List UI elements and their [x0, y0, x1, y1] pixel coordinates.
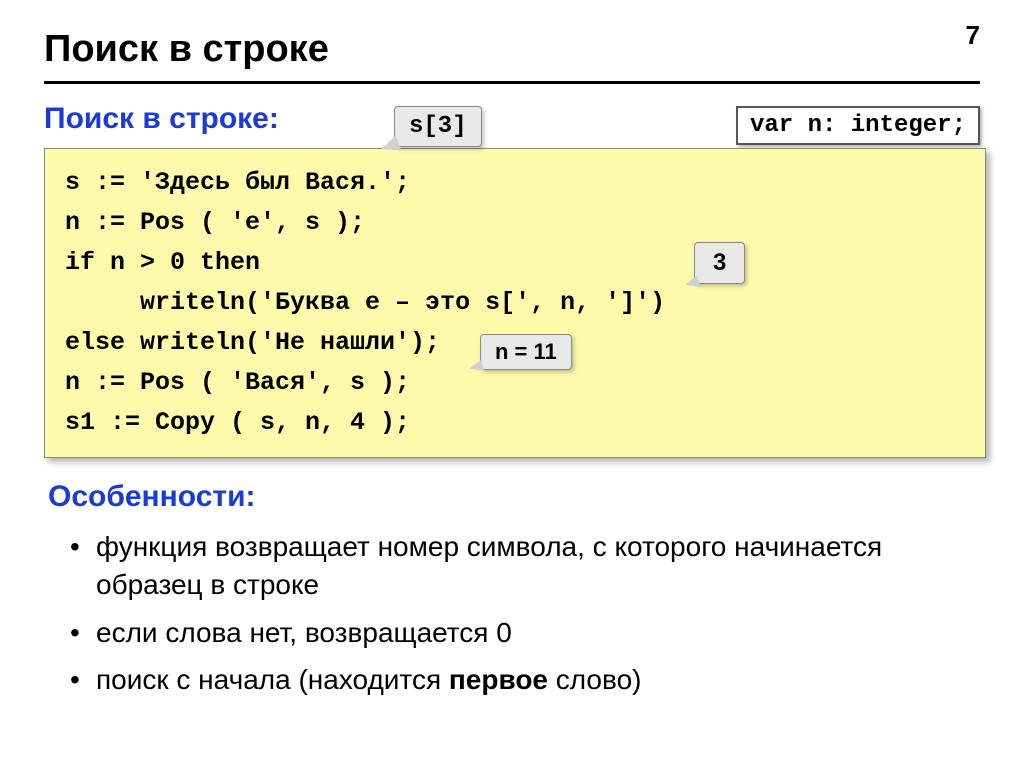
callout-value-3: 3 [694, 242, 745, 284]
features-heading: Особенности: [48, 480, 980, 514]
list-item-text: поиск с начала (находится [96, 664, 449, 695]
list-item-text: слово) [548, 664, 641, 695]
features-list: функция возвращает номер символа, с кото… [44, 528, 980, 699]
code-block: s := 'Здесь был Вася.'; n := Pos ( 'е', … [44, 148, 986, 458]
list-item: функция возвращает номер символа, с кото… [96, 528, 980, 604]
list-item: поиск с начала (находится первое слово) [96, 661, 980, 699]
page-number: 7 [966, 20, 980, 51]
callout-s3: s[3] [394, 106, 482, 147]
subtitle: Поиск в строке: [44, 102, 279, 136]
list-item: если слова нет, возвращается 0 [96, 614, 980, 652]
title-underline [44, 81, 980, 84]
page-title: Поиск в строке [44, 28, 980, 71]
callout-n-equals-11: n = 11 [480, 334, 572, 370]
var-declaration-box: var n: integer; [736, 106, 980, 145]
list-item-bold: первое [449, 664, 548, 695]
